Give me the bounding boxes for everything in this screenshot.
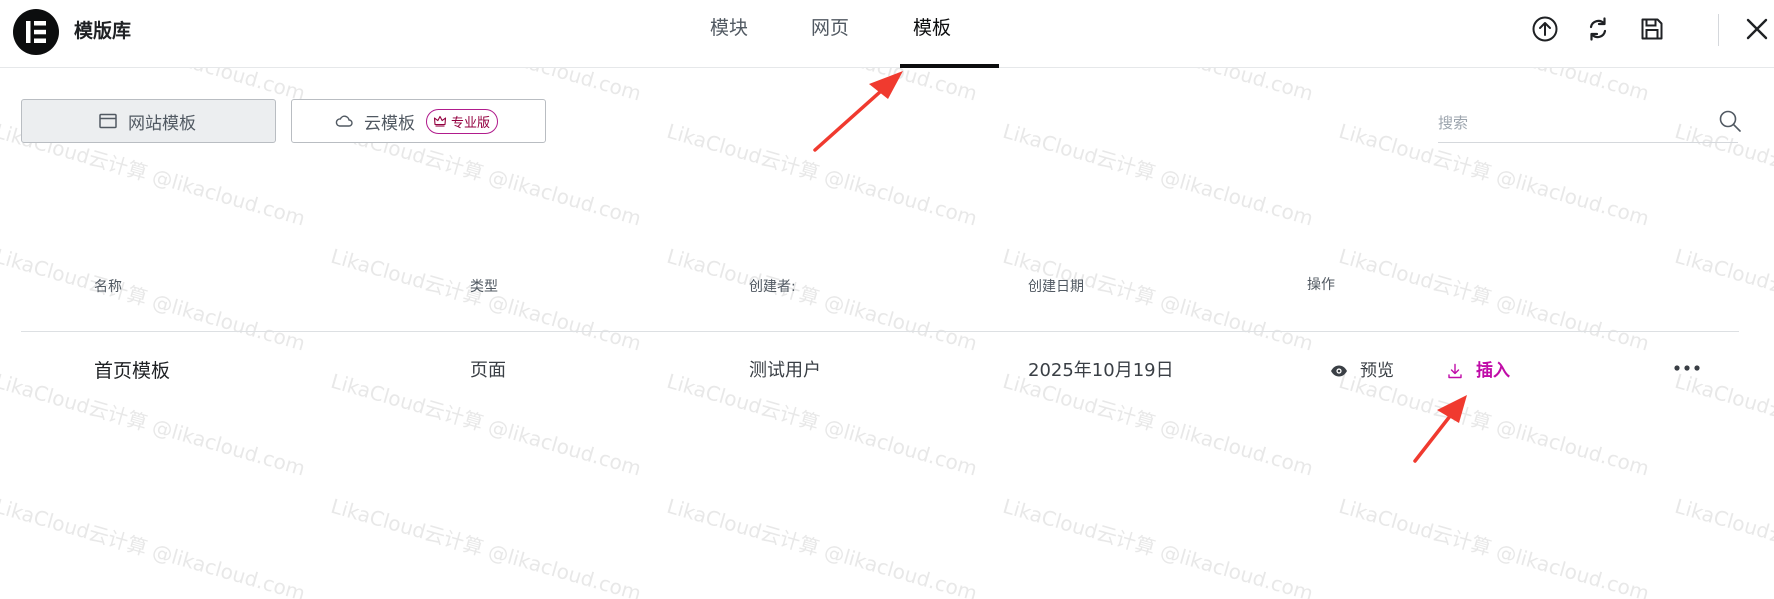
pro-badge-label: 专业版 <box>451 115 491 131</box>
arrow-to-templates-tab <box>813 71 903 152</box>
eye-icon <box>1330 362 1348 380</box>
tab-templates[interactable]: 模板 <box>913 14 951 42</box>
cloud-templates-button[interactable]: 云模板 专业版 <box>291 99 546 143</box>
watermark-text: LikaCloud云计算 @likacloud.com <box>0 493 308 599</box>
cloud-icon <box>334 111 354 131</box>
annotation-arrows <box>813 71 1467 463</box>
watermark-text: LikaCloud云计算 @likacloud.com <box>664 368 980 481</box>
watermark-text: LikaCloud云计算 @likacloud.com <box>0 243 308 356</box>
preview-label: 预览 <box>1360 361 1394 381</box>
column-header-name[interactable]: 名称 <box>94 276 122 298</box>
watermark-text: LikaCloud云计算 @likacloud.com <box>664 493 980 599</box>
column-header-type[interactable]: 类型 <box>470 276 498 298</box>
watermark-text: LikaCloud云计算 @likacloud.com <box>1000 243 1316 356</box>
cloud-templates-label: 云模板 <box>364 113 415 134</box>
tab-blocks[interactable]: 模块 <box>710 14 748 42</box>
header-separator <box>1718 14 1719 46</box>
insert-label: 插入 <box>1476 361 1510 381</box>
insert-button[interactable]: 插入 <box>1446 358 1510 384</box>
site-templates-button[interactable]: 网站模板 <box>21 99 276 143</box>
active-tab-indicator <box>900 64 999 68</box>
watermark-layer: LikaCloud云计算 @likacloud.com LikaCloud云计算 … <box>0 0 1774 599</box>
watermark-text: LikaCloud云计算 @likacloud.com <box>328 243 644 356</box>
close-icon[interactable] <box>1743 15 1771 43</box>
watermark-text: LikaCloud云计算 @likacloud.com <box>1672 493 1774 599</box>
crown-icon <box>433 115 447 127</box>
template-type: 页面 <box>470 360 506 381</box>
watermark-text: LikaCloud云计算 @likacloud.com <box>1672 368 1774 481</box>
template-name: 首页模板 <box>94 360 171 382</box>
save-icon[interactable] <box>1638 15 1666 43</box>
table-divider <box>21 331 1739 332</box>
library-title: 模版库 <box>74 20 132 42</box>
watermark-text: LikaCloud云计算 @likacloud.com <box>664 118 980 231</box>
template-date: 2025年10月19日 <box>1028 360 1174 381</box>
site-templates-label: 网站模板 <box>128 113 196 134</box>
watermark-text: LikaCloud云计算 @likacloud.com <box>664 243 980 356</box>
watermark-text: LikaCloud云计算 @likacloud.com <box>1672 243 1774 356</box>
search-icon[interactable] <box>1718 109 1742 133</box>
pro-badge: 专业版 <box>426 108 499 134</box>
download-icon <box>1446 362 1464 380</box>
elementor-logo-icon <box>13 9 59 55</box>
search-box <box>1438 105 1741 143</box>
tab-pages[interactable]: 网页 <box>811 14 849 42</box>
watermark-text: LikaCloud云计算 @likacloud.com <box>1336 493 1652 599</box>
library-header: 模版库 模块 网页 模板 <box>0 0 1774 68</box>
sync-icon[interactable] <box>1584 15 1612 43</box>
column-header-actions: 操作 <box>1307 277 1335 293</box>
watermark-text: LikaCloud云计算 @likacloud.com <box>1336 243 1652 356</box>
watermark-text: LikaCloud云计算 @likacloud.com <box>328 493 644 599</box>
template-author: 测试用户 <box>749 360 821 381</box>
arrow-to-insert-button <box>1413 395 1467 463</box>
column-header-author[interactable]: 创建者: <box>749 276 796 298</box>
preview-button[interactable]: 预览 <box>1330 358 1394 384</box>
upload-icon[interactable] <box>1531 15 1559 43</box>
search-input[interactable] <box>1438 109 1698 137</box>
column-header-date[interactable]: 创建日期 <box>1028 276 1084 298</box>
watermark-text: LikaCloud云计算 @likacloud.com <box>1000 493 1316 599</box>
browser-window-icon <box>98 111 118 131</box>
watermark-text: LikaCloud云计算 @likacloud.com <box>1000 118 1316 231</box>
more-options-icon[interactable] <box>1672 356 1702 380</box>
